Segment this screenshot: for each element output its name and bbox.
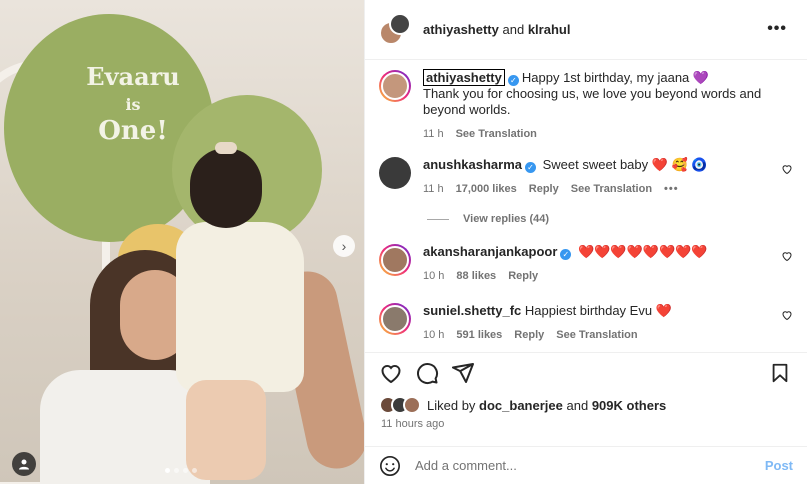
baby-legs bbox=[186, 380, 266, 480]
post-details-panel: athiyashetty and klrahul ••• athiyashett… bbox=[364, 0, 807, 484]
reply-button[interactable]: Reply bbox=[508, 268, 538, 284]
authors-and: and bbox=[502, 22, 525, 37]
share-icon[interactable] bbox=[451, 361, 475, 385]
avatar[interactable] bbox=[379, 244, 411, 276]
add-comment-bar: Post bbox=[365, 446, 807, 484]
verified-badge-icon: ✓ bbox=[525, 162, 536, 173]
post-authors: athiyashetty and klrahul bbox=[423, 22, 570, 37]
carousel-dots bbox=[165, 468, 197, 473]
likes-count[interactable]: 909K others bbox=[592, 398, 666, 413]
baby-hair-bow bbox=[215, 142, 237, 154]
comment-icon[interactable] bbox=[415, 361, 439, 385]
see-translation-link[interactable]: See Translation bbox=[456, 126, 537, 142]
emoji-icon[interactable] bbox=[379, 455, 401, 477]
liked-by-and: and bbox=[566, 397, 589, 413]
see-translation-link[interactable]: See Translation bbox=[571, 181, 652, 197]
reply-button[interactable]: Reply bbox=[514, 327, 544, 343]
bookmark-icon[interactable] bbox=[769, 362, 791, 384]
chevron-right-icon: › bbox=[341, 238, 347, 254]
comment-username[interactable]: akansharanjankapoor bbox=[423, 244, 557, 259]
comment-username[interactable]: suniel.shetty_fc bbox=[423, 303, 521, 318]
comment-time[interactable]: 11 h bbox=[423, 181, 444, 197]
user-icon bbox=[19, 459, 29, 470]
avatar[interactable] bbox=[379, 70, 411, 102]
post-header: athiyashetty and klrahul ••• bbox=[365, 0, 807, 60]
baby-dress bbox=[176, 222, 304, 392]
comment-likes[interactable]: 591 likes bbox=[456, 327, 502, 343]
liked-by-user[interactable]: doc_banerjee bbox=[479, 398, 563, 413]
baby-head bbox=[190, 148, 262, 228]
caption-line2: Thank you for choosing us, we love you b… bbox=[423, 86, 762, 117]
carousel-dot bbox=[183, 468, 188, 473]
caption-username[interactable]: athiyashetty bbox=[423, 69, 505, 86]
caption: athiyashetty ✓ Happy 1st birthday, my jaan… bbox=[379, 69, 793, 142]
comment-time[interactable]: 10 h bbox=[423, 327, 444, 343]
comment-likes[interactable]: 88 likes bbox=[456, 268, 496, 284]
reply-button[interactable]: Reply bbox=[529, 181, 559, 197]
comment-text: Sweet sweet baby ❤️ 🥰 🧿 bbox=[542, 157, 708, 172]
carousel-dot bbox=[192, 468, 197, 473]
tagged-users-button[interactable] bbox=[12, 452, 36, 476]
comment-item: anushkasharma ✓ Sweet sweet baby ❤️ 🥰 🧿 1… bbox=[379, 157, 793, 197]
comment-likes[interactable]: 17,000 likes bbox=[456, 181, 517, 197]
comments-list[interactable]: athiyashetty ✓ Happy 1st birthday, my jaan… bbox=[365, 60, 807, 352]
post-button[interactable]: Post bbox=[765, 458, 793, 473]
header-avatars[interactable] bbox=[379, 12, 413, 47]
likes-summary: Liked by doc_banerjee and 909K others bbox=[379, 396, 666, 414]
author-link[interactable]: klrahul bbox=[528, 22, 571, 37]
carousel-dot bbox=[165, 468, 170, 473]
balloon-text-line3: One! bbox=[98, 116, 168, 146]
caption-line1: Happy 1st birthday, my jaana 💜 bbox=[521, 70, 710, 85]
comment-time[interactable]: 10 h bbox=[423, 268, 444, 284]
balloon-text: Evaaru is One! bbox=[78, 62, 188, 146]
avatar bbox=[403, 396, 421, 414]
like-heart-icon[interactable] bbox=[781, 309, 793, 321]
verified-badge-icon: ✓ bbox=[560, 249, 572, 260]
comment-username[interactable]: anushkasharma bbox=[423, 157, 522, 172]
comment-input[interactable] bbox=[415, 458, 765, 473]
balloon-text-line1: Evaaru bbox=[86, 62, 180, 91]
view-replies-button[interactable]: View replies (44) bbox=[427, 213, 549, 225]
see-translation-link[interactable]: See Translation bbox=[556, 327, 637, 343]
balloon-text-line2: is bbox=[125, 95, 141, 114]
comment-item: akansharanjankapoor ✓ ❤️❤️❤️❤️❤️❤️❤️❤️ 10… bbox=[379, 244, 793, 284]
carousel-dot bbox=[174, 468, 179, 473]
comment-text: ❤️❤️❤️❤️❤️❤️❤️❤️ bbox=[578, 244, 708, 259]
more-options-icon[interactable]: ••• bbox=[767, 20, 787, 38]
like-heart-icon[interactable] bbox=[781, 163, 793, 175]
like-heart-icon[interactable] bbox=[379, 361, 403, 385]
post-actions-bar bbox=[365, 352, 807, 392]
view-replies-label: View replies (44) bbox=[463, 213, 550, 225]
avatar[interactable] bbox=[379, 157, 411, 189]
verified-badge-icon: ✓ bbox=[507, 75, 519, 86]
liked-by-prefix: Liked by bbox=[427, 397, 476, 413]
comment-options-icon[interactable]: ••• bbox=[664, 181, 679, 197]
author-link[interactable]: athiyashetty bbox=[423, 22, 499, 37]
carousel-next-button[interactable]: › bbox=[333, 235, 355, 257]
like-heart-icon[interactable] bbox=[781, 250, 793, 262]
liker-avatars bbox=[379, 396, 421, 414]
avatar bbox=[389, 12, 411, 35]
avatar[interactable] bbox=[379, 303, 411, 335]
post-photo[interactable]: Evaaru is One! › bbox=[0, 0, 364, 484]
comment-item: suniel.shetty_fc Happiest birthday Evu ❤… bbox=[379, 303, 793, 343]
replies-divider bbox=[427, 218, 449, 220]
comment-text: Happiest birthday Evu ❤️ bbox=[524, 303, 672, 318]
posted-time[interactable]: 11 hours ago bbox=[381, 418, 444, 430]
caption-time[interactable]: 11 h bbox=[423, 126, 444, 142]
